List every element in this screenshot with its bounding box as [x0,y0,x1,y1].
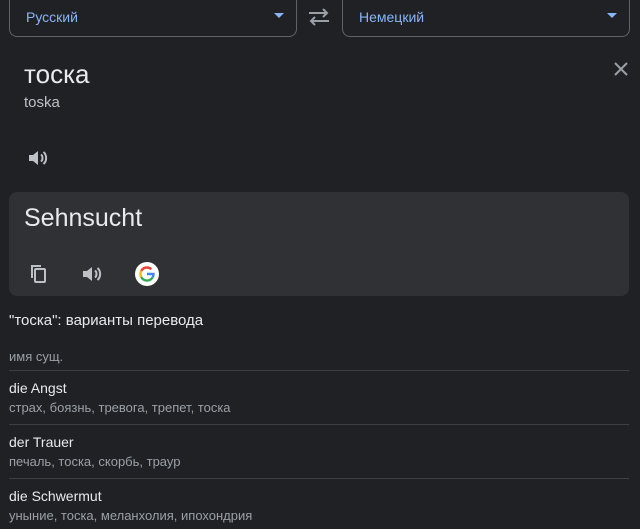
variant-entry[interactable]: die Schwermut уныние, тоска, меланхолия,… [9,487,629,525]
source-listen-button[interactable] [26,146,50,170]
part-of-speech-label: имя сущ. [9,349,64,364]
variant-term: der Trauer [9,434,74,450]
variant-entry[interactable]: die Angst страх, боязнь, тревога, трепет… [9,379,629,417]
translation-listen-button[interactable] [80,262,104,286]
variant-entry[interactable]: der Trauer печаль, тоска, скорбь, траур [9,433,629,471]
source-transliteration: toska [24,94,60,111]
source-language-select[interactable]: Русский [9,0,297,37]
variant-term: die Angst [9,380,67,396]
chevron-down-icon [607,13,617,18]
language-bar: Русский Немецкий [0,0,640,38]
speaker-icon [83,267,102,281]
target-language-label: Немецкий [359,9,425,25]
translation-result-card: Sehnsucht [9,192,629,296]
clear-source-button[interactable] [610,58,632,80]
variant-term: die Schwermut [9,488,102,504]
close-icon [614,62,628,76]
variant-synonyms: печаль, тоска, скорбь, траур [9,454,181,469]
divider [9,370,629,371]
google-search-button[interactable] [135,262,159,286]
swap-languages-button[interactable] [306,6,332,28]
speaker-icon [29,151,48,165]
translation-variants-heading: "тоска": варианты перевода [9,312,204,329]
divider [9,424,629,425]
source-language-label: Русский [26,9,78,25]
source-panel: тоска toska [0,38,640,188]
translation-text: Sehnsucht [24,204,143,232]
chevron-down-icon [274,13,284,18]
copy-translation-button[interactable] [27,262,51,286]
source-word: тоска [24,59,90,89]
swap-icon [309,8,329,26]
divider [9,478,629,479]
target-language-select[interactable]: Немецкий [342,0,630,37]
variant-synonyms: уныние, тоска, меланхолия, ипохондрия [9,508,253,523]
variant-synonyms: страх, боязнь, тревога, трепет, тоска [9,400,231,415]
google-icon [135,262,159,286]
copy-icon [31,265,46,283]
